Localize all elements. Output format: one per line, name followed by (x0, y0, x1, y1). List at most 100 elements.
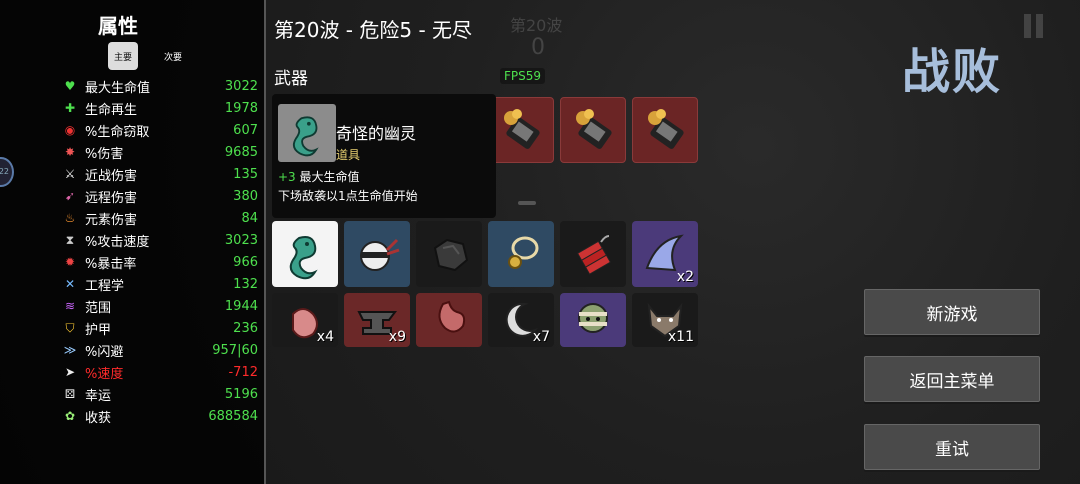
stat-value: 84 (241, 210, 258, 226)
elemental-icon: ♨ (64, 211, 76, 225)
stat-value: 1978 (224, 100, 258, 116)
armor-icon: ⛉ (65, 321, 75, 335)
weapons-label: 武器 (274, 69, 308, 89)
stat-row: ✕ 工程学 132 (62, 274, 258, 294)
defeat-title: 战败 (902, 44, 1003, 100)
stat-label: 远程伤害 (85, 190, 138, 206)
stat-row: ✸ %伤害 9685 (62, 142, 258, 162)
stat-row: ≫ %闪避 957|60 (62, 340, 258, 360)
stat-value: 380 (233, 188, 258, 204)
item-quantity: x7 (532, 329, 550, 345)
stat-value: 5196 (224, 386, 258, 402)
item-slot-shark-fin[interactable]: x2 (632, 221, 698, 287)
section-divider (518, 201, 536, 205)
crit-icon: ✹ (64, 255, 76, 269)
stat-value: 135 (233, 166, 258, 182)
range-icon: ≋ (64, 299, 76, 313)
ninja-head-icon (360, 238, 400, 271)
stat-label: %暴击率 (85, 256, 137, 272)
retry-button[interactable]: 重试 (864, 424, 1040, 470)
attack-speed-icon: ⧗ (65, 233, 75, 247)
lifesteal-icon: ◉ (64, 123, 76, 137)
stat-label: 护甲 (85, 322, 112, 338)
item-quantity: x2 (676, 269, 694, 285)
stat-label: %生命窃取 (85, 124, 150, 140)
minigun-icon (504, 109, 540, 149)
minigun-icon (648, 109, 684, 149)
item-quantity: x11 (667, 329, 694, 345)
item-tooltip: 奇怪的幽灵 道具 +3 最大生命值 下场敌袭以1点生命值开始 (272, 94, 496, 218)
stat-value: -712 (228, 364, 258, 380)
stat-value: 3023 (224, 232, 258, 248)
luck-icon: ⚄ (64, 387, 76, 401)
ranged-icon: ➹ (64, 189, 76, 203)
dodge-icon: ≫ (63, 343, 77, 357)
tab-secondary-stats[interactable]: 次要 (158, 42, 188, 70)
stat-row: ♨ 元素伤害 84 (62, 208, 258, 228)
stat-label: 范围 (85, 300, 112, 316)
fps-counter: FPS59 (500, 68, 546, 84)
dynamite-icon (576, 235, 612, 275)
stat-label: 元素伤害 (85, 212, 138, 228)
item-slot-ninja-bandana[interactable] (344, 221, 410, 287)
stat-row: ➤ %速度 -712 (62, 362, 258, 382)
stat-value: 957|60 (212, 342, 258, 358)
stat-label: 收获 (85, 410, 112, 426)
wave-ghost-counter: 0 (531, 35, 545, 60)
stat-row: ♥ 最大生命值 3022 (62, 76, 258, 96)
item-quantity: x9 (388, 329, 406, 345)
stat-row: ✚ 生命再生 1978 (62, 98, 258, 118)
melee-icon: ⚔ (64, 167, 76, 181)
stat-row: ≋ 范围 1944 (62, 296, 258, 316)
item-slot-coal[interactable] (416, 221, 482, 287)
tooltip-item-name: 奇怪的幽灵 (336, 124, 417, 143)
stat-row: ✿ 收获 688584 (62, 406, 258, 426)
item-slot-strange-ghost[interactable] (272, 221, 338, 287)
damage-icon: ✸ (64, 145, 76, 159)
item-slot-dynamite[interactable] (560, 221, 626, 287)
item-slot-stomach[interactable] (416, 293, 482, 347)
coal-icon (433, 238, 469, 272)
stat-label: 近战伤害 (85, 168, 138, 184)
stat-value: 3022 (224, 78, 258, 94)
weapon-slot-minigun-3[interactable] (632, 97, 698, 163)
item-slot-anvil[interactable]: x9 (344, 293, 410, 347)
stat-value: 236 (233, 320, 258, 336)
heart-icon: ♥ (64, 79, 76, 93)
stat-value: 688584 (208, 408, 258, 424)
weapon-slot-minigun[interactable] (488, 97, 554, 163)
item-slot-pendant[interactable] (488, 221, 554, 287)
stat-label: 生命再生 (85, 102, 138, 118)
stat-row: ⚔ 近战伤害 135 (62, 164, 258, 184)
harvest-icon: ✿ (64, 409, 76, 423)
ghost-icon (289, 236, 318, 280)
ghost-icon (292, 116, 319, 157)
pendant-icon (508, 236, 539, 269)
item-slot-pink-flesh[interactable]: x4 (272, 293, 338, 347)
new-game-button[interactable]: 新游戏 (864, 289, 1040, 335)
tooltip-item-note: 下场敌袭以1点生命值开始 (278, 189, 418, 203)
wave-ghost-label: 第20波 (510, 16, 563, 35)
item-slot-werewolf[interactable]: x11 (632, 293, 698, 347)
item-slot-crescent[interactable]: x7 (488, 293, 554, 347)
tooltip-item-type: 道具 (336, 148, 361, 162)
stat-row: ➹ 远程伤害 380 (62, 186, 258, 206)
stat-label: 最大生命值 (85, 80, 151, 96)
stat-label: 工程学 (85, 278, 125, 294)
tab-primary-stats[interactable]: 主要 (108, 42, 138, 70)
wave-title: 第20波 - 危险5 - 无尽 (274, 18, 473, 42)
stats-title: 属性 (98, 14, 138, 38)
minigun-icon (576, 109, 612, 149)
stomach-icon (438, 300, 466, 333)
tooltip-item-effect: +3 最大生命值 (278, 168, 360, 185)
pause-button[interactable] (1024, 14, 1052, 38)
main-menu-button[interactable]: 返回主菜单 (864, 356, 1040, 402)
item-slot-mummy[interactable] (560, 293, 626, 347)
stat-row: ✹ %暴击率 966 (62, 252, 258, 272)
weapon-slot-minigun-2[interactable] (560, 97, 626, 163)
engineering-icon: ✕ (64, 277, 76, 291)
regen-icon: ✚ (64, 101, 76, 115)
stat-row: ◉ %生命窃取 607 (62, 120, 258, 140)
stat-row: ⛉ 护甲 236 (62, 318, 258, 338)
stat-label: %闪避 (85, 344, 124, 360)
